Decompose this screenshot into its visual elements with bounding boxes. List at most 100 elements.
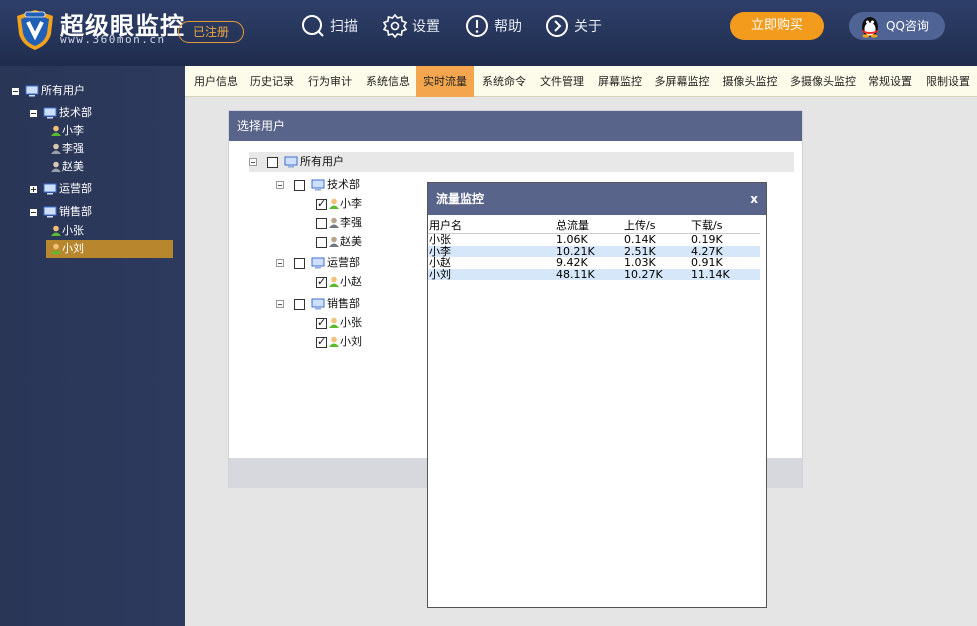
computer-group-icon (43, 206, 57, 218)
sidebar-item-label: 技术部 (59, 106, 92, 119)
sidebar-user[interactable]: 李强 (50, 140, 84, 158)
tree-user[interactable]: 小李 (316, 194, 362, 214)
computer-group-icon (284, 156, 298, 168)
user-online-icon (329, 317, 339, 328)
group-checkbox[interactable] (294, 257, 305, 269)
cell-username: 小刘 (429, 267, 451, 281)
nav-help[interactable]: 帮助 (464, 13, 522, 39)
panel-title: 选择用户 (229, 111, 802, 141)
sidebar-user[interactable]: 小张 (50, 222, 84, 240)
tab-history[interactable]: 历史记录 (247, 66, 297, 97)
site-url: www.360mon.cn (60, 33, 166, 46)
root-checkbox[interactable] (267, 156, 278, 168)
tab-system-command[interactable]: 系统命令 (479, 66, 529, 97)
scan-icon (302, 15, 324, 37)
tree-label: 李强 (340, 216, 362, 229)
user-offline-icon (329, 236, 339, 247)
tree-label: 运营部 (327, 256, 360, 269)
sidebar-group-tech[interactable]: 技术部 (30, 104, 92, 122)
tree-label: 小刘 (340, 335, 362, 348)
tab-system-info[interactable]: 系统信息 (363, 66, 413, 97)
tree-user[interactable]: 李强 (316, 213, 362, 233)
group-checkbox[interactable] (294, 298, 305, 310)
cell-total: 1.06K (556, 233, 588, 246)
sidebar-group-sales[interactable]: 销售部 (30, 203, 92, 221)
cell-upload: 0.14K (624, 233, 656, 246)
expand-icon[interactable] (30, 185, 37, 193)
cell-download: 11.14K (691, 267, 730, 281)
tab-multi-screen-monitor[interactable]: 多屏幕监控 (652, 66, 712, 97)
qq-consult-button[interactable]: QQ咨询 (849, 12, 945, 40)
tab-multi-camera-monitor[interactable]: 多摄像头监控 (788, 66, 858, 97)
sidebar-user-label: 小刘 (62, 242, 84, 255)
user-checkbox-checked[interactable] (316, 332, 327, 352)
nav-scan-label: 扫描 (330, 19, 358, 35)
tab-camera-monitor[interactable]: 摄像头监控 (720, 66, 780, 97)
tab-user-info[interactable]: 用户信息 (189, 66, 243, 97)
computer-group-icon (25, 85, 39, 97)
collapse-icon[interactable] (12, 87, 19, 95)
user-online-icon (329, 276, 339, 287)
user-checkbox[interactable] (316, 217, 327, 229)
tab-realtime-traffic[interactable]: 实时流量 (416, 66, 474, 97)
table-row[interactable]: 小张 1.06K 0.14K 0.19K (428, 234, 760, 246)
tab-behavior-audit[interactable]: 行为审计 (305, 66, 355, 97)
tree-group-tech[interactable]: 技术部 (276, 175, 360, 195)
gear-icon (382, 13, 408, 39)
user-online-icon (51, 125, 61, 136)
collapse-icon[interactable] (276, 300, 284, 308)
tab-restriction-settings[interactable]: 限制设置 (923, 66, 973, 97)
tree-user[interactable]: 小张 (316, 313, 362, 333)
user-offline-icon (51, 143, 61, 154)
sidebar-user-label: 李强 (62, 142, 84, 155)
qq-penguin-icon (862, 17, 878, 38)
collapse-icon[interactable] (30, 109, 37, 117)
nav-settings[interactable]: 设置 (382, 13, 440, 39)
sidebar-group-ops[interactable]: 运营部 (30, 180, 92, 198)
cell-upload: 10.27K (624, 267, 663, 281)
nav-about[interactable]: 关于 (544, 13, 602, 39)
nav-settings-label: 设置 (412, 19, 440, 35)
tree-label: 小张 (340, 316, 362, 329)
user-online-icon (51, 225, 61, 236)
cell-total: 9.42K (556, 256, 588, 269)
tree-group-sales[interactable]: 销售部 (276, 294, 360, 314)
user-checkbox-checked[interactable] (316, 313, 327, 333)
sidebar-item-root[interactable]: 所有用户 (12, 82, 85, 100)
group-checkbox[interactable] (294, 179, 305, 191)
sidebar-user[interactable]: 小李 (50, 122, 84, 140)
table-row[interactable]: 小刘 48.11K 10.27K 11.14K (428, 267, 760, 281)
table-row[interactable]: 小赵 9.42K 1.03K 0.91K (428, 257, 760, 269)
tree-user[interactable]: 赵美 (316, 232, 362, 252)
cell-username: 小赵 (429, 256, 451, 269)
sidebar-item-label: 运营部 (59, 182, 92, 195)
table-header-row: 用户名 总流量 上传/s 下载/s (428, 218, 760, 234)
buy-now-button[interactable]: 立即购买 (730, 12, 824, 40)
collapse-icon[interactable] (249, 158, 257, 166)
tab-screen-monitor[interactable]: 屏幕监控 (595, 66, 645, 97)
user-online-icon (329, 336, 339, 347)
tab-general-settings[interactable]: 常规设置 (865, 66, 915, 97)
sidebar-user-selected[interactable]: 小刘 (50, 240, 84, 258)
app-header: 超级眼监控 www.360mon.cn 已注册 扫描 设置 帮助 关于 立即购买… (0, 0, 977, 66)
collapse-icon[interactable] (276, 259, 284, 267)
col-username: 用户名 (429, 219, 462, 232)
tree-user[interactable]: 小刘 (316, 332, 362, 352)
user-checkbox-checked[interactable] (316, 272, 327, 292)
nav-scan[interactable]: 扫描 (300, 13, 358, 39)
collapse-icon[interactable] (276, 181, 284, 189)
user-online-icon (329, 198, 339, 209)
sidebar-user[interactable]: 赵美 (50, 158, 84, 176)
computer-group-icon (43, 183, 57, 195)
user-checkbox[interactable] (316, 236, 327, 248)
collapse-icon[interactable] (30, 208, 37, 216)
cell-total: 48.11K (556, 267, 595, 281)
tree-label: 销售部 (327, 297, 360, 310)
sidebar-user-tree: 所有用户 技术部 小李 李强 赵美 运营部 销售部 小张 小刘 (0, 66, 185, 626)
tree-group-ops[interactable]: 运营部 (276, 253, 360, 273)
tab-file-manager[interactable]: 文件管理 (537, 66, 587, 97)
close-icon[interactable]: x (750, 183, 758, 215)
user-checkbox-checked[interactable] (316, 194, 327, 214)
tree-user[interactable]: 小赵 (316, 272, 362, 292)
tree-row-root[interactable]: 所有用户 (249, 152, 794, 172)
